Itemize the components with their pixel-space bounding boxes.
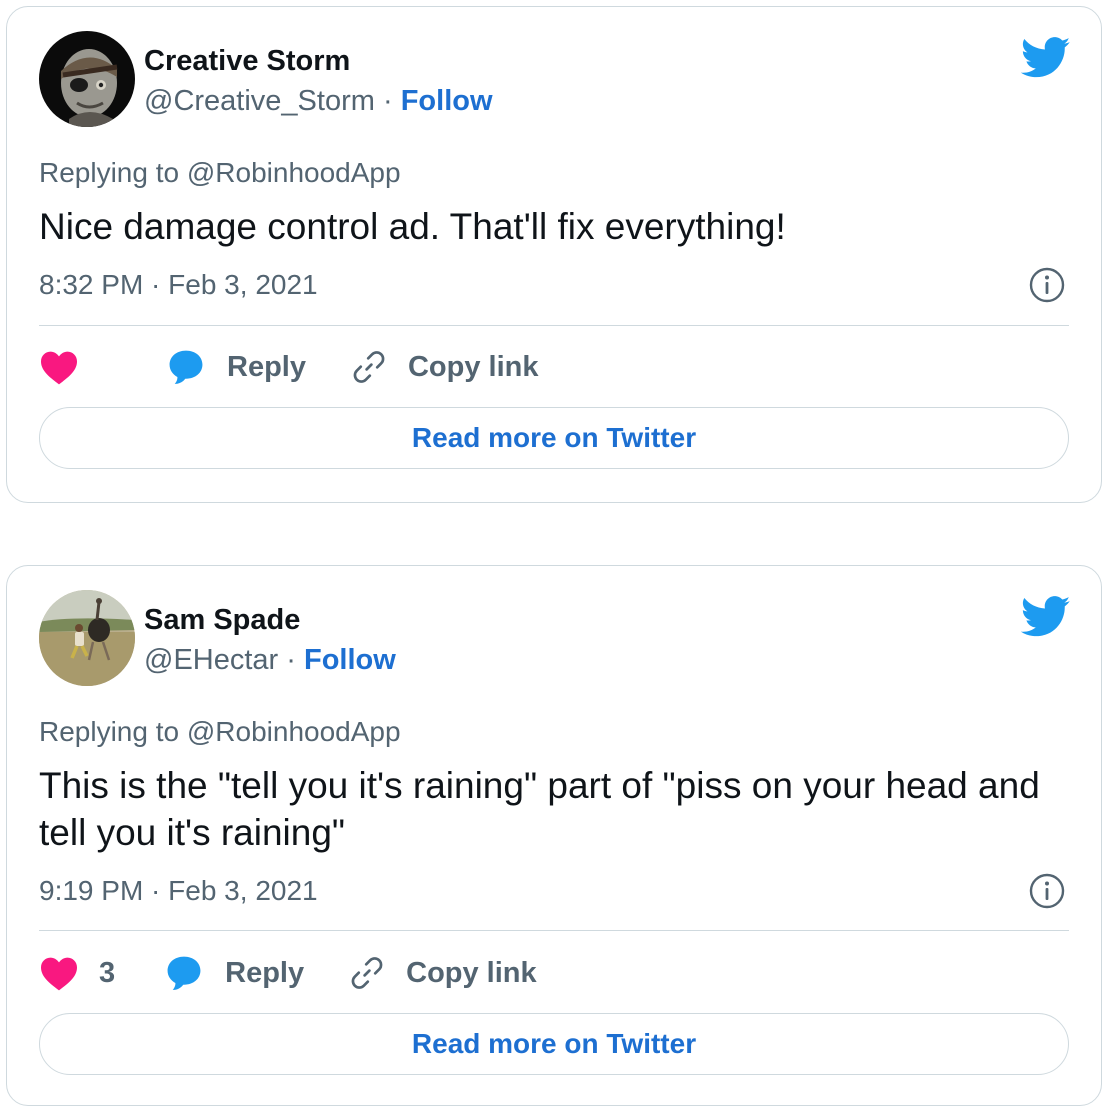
separator-dot: · xyxy=(286,644,296,676)
author-handle-line: @EHectar · Follow xyxy=(144,644,396,677)
follow-button[interactable]: Follow xyxy=(401,85,493,117)
tweet-text: This is the "tell you it's raining" part… xyxy=(39,765,1040,853)
reply-label: Reply xyxy=(225,956,305,989)
replying-to[interactable]: Replying to @RobinhoodApp xyxy=(39,157,401,189)
reply-button[interactable]: Reply xyxy=(167,349,306,385)
twitter-bird-icon[interactable] xyxy=(1021,596,1071,638)
like-count: 3 xyxy=(99,956,116,989)
action-bar: 3 Reply Copy link xyxy=(39,951,537,995)
author-avatar[interactable] xyxy=(39,590,135,686)
twitter-bird-icon[interactable] xyxy=(1021,37,1071,79)
like-button[interactable] xyxy=(39,349,99,385)
tweet-timestamp[interactable]: 8:32 PM · Feb 3, 2021 xyxy=(39,269,318,301)
tweet-timestamp[interactable]: 9:19 PM · Feb 3, 2021 xyxy=(39,875,318,907)
copy-link-label: Copy link xyxy=(406,956,537,989)
author-name[interactable]: Creative Storm xyxy=(144,45,350,78)
action-bar: Reply Copy link xyxy=(39,345,539,389)
speech-bubble-icon xyxy=(167,956,201,990)
link-icon xyxy=(351,957,383,989)
author-handle-line: @Creative_Storm · Follow xyxy=(144,85,493,118)
link-icon xyxy=(353,351,385,383)
replying-to[interactable]: Replying to @RobinhoodApp xyxy=(39,716,401,748)
copy-link-label: Copy link xyxy=(407,350,539,383)
heart-icon xyxy=(41,957,77,991)
author-handle[interactable]: @Creative_Storm xyxy=(144,85,375,117)
divider xyxy=(39,930,1069,931)
info-icon[interactable] xyxy=(1029,267,1065,303)
tweet-card[interactable]: Creative Storm @Creative_Storm · Follow … xyxy=(6,6,1102,503)
copy-link-button[interactable]: Copy link xyxy=(348,954,537,992)
author-avatar[interactable] xyxy=(39,31,135,127)
like-button[interactable]: 3 xyxy=(39,955,115,991)
read-more-button[interactable]: Read more on Twitter xyxy=(39,407,1069,469)
reply-button[interactable]: Reply xyxy=(165,955,304,991)
copy-link-button[interactable]: Copy link xyxy=(350,348,539,386)
heart-icon xyxy=(41,351,77,385)
read-more-button[interactable]: Read more on Twitter xyxy=(39,1013,1069,1075)
reply-label: Reply xyxy=(227,350,306,383)
separator-dot: · xyxy=(382,85,393,117)
tweet-text: Nice damage control ad. That'll fix ever… xyxy=(39,206,786,247)
divider xyxy=(39,325,1069,326)
author-handle[interactable]: @EHectar xyxy=(144,644,278,676)
follow-button[interactable]: Follow xyxy=(304,644,396,676)
author-name[interactable]: Sam Spade xyxy=(144,604,300,637)
tweet-card[interactable]: Sam Spade @EHectar · Follow Replying to … xyxy=(6,565,1102,1106)
speech-bubble-icon xyxy=(169,350,203,384)
info-icon[interactable] xyxy=(1029,873,1065,909)
